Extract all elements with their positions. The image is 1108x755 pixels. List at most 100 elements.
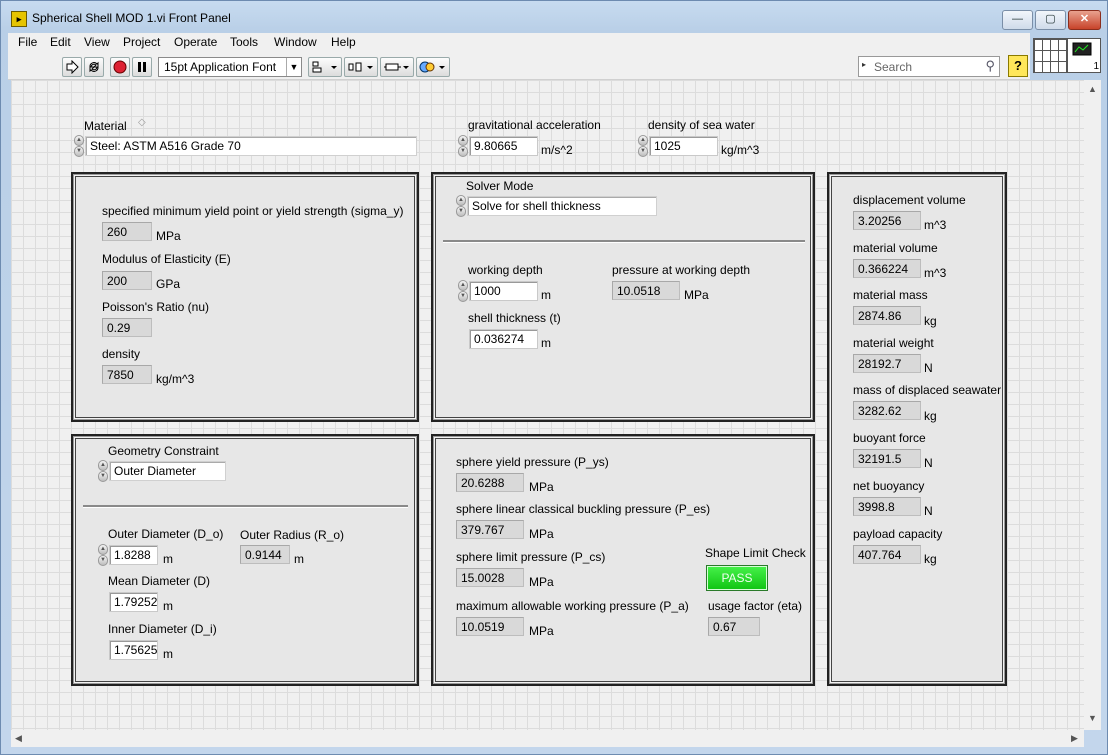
shell-thickness-field[interactable]: 0.036274 [469,329,538,349]
gravity-unit: m/s^2 [541,143,573,157]
yield-strength-label: specified minimum yield point or yield s… [102,204,404,218]
align-objects-button[interactable] [308,57,342,77]
geometry-constraint-ring[interactable]: Outer Diameter [109,461,226,481]
up-arrow-icon[interactable]: ▲ [638,135,648,146]
up-arrow-icon[interactable]: ▲ [458,135,468,146]
scroll-up-icon[interactable]: ▲ [1088,84,1097,94]
mean-diameter-field[interactable]: 1.79252 [109,592,158,612]
divider [83,505,408,508]
vi-icon[interactable]: 1 [1067,38,1101,73]
poisson-indicator: 0.29 [102,318,152,337]
limit-pressure-unit: MPa [529,575,554,589]
down-arrow-icon[interactable]: ▼ [98,471,108,482]
down-arrow-icon[interactable]: ▼ [98,555,108,566]
solver-mode-ring[interactable]: Solve for shell thickness [467,196,657,216]
shape-limit-check-led: PASS [706,565,768,591]
outer-diameter-unit: m [163,552,173,566]
run-arrow-button[interactable] [62,57,82,77]
front-panel-canvas: Material ◇ ▲ ▼ Steel: ASTM A516 Grade 70 … [11,80,1084,730]
up-arrow-icon[interactable]: ▲ [98,460,108,471]
reorder-icon [419,61,445,73]
buoyant-force-indicator: 32191.5 [853,449,921,468]
scroll-right-icon[interactable]: ▶ [1071,733,1078,744]
font-selector[interactable]: 15pt Application Font ▼ [158,57,302,77]
material-ring-spinner[interactable]: ▲ ▼ [74,135,84,157]
modulus-unit: GPa [156,277,181,291]
displaced-seawater-label: mass of displaced seawater [853,383,1002,397]
menu-project[interactable]: Project [123,35,160,49]
yield-strength-indicator: 260 [102,222,152,241]
context-help-button[interactable]: ? [1008,55,1028,77]
limit-pressure-indicator: 15.0028 [456,568,524,587]
horizontal-scrollbar[interactable]: ◀ ▶ [11,730,1084,747]
up-arrow-icon[interactable]: ▲ [74,135,84,146]
labview-vi-icon: ▸ [11,11,27,27]
menu-window[interactable]: Window [274,35,317,49]
outer-diameter-control[interactable]: 1.8288 [109,545,158,565]
menu-view[interactable]: View [84,35,110,49]
geometry-constraint-spinner[interactable]: ▲ ▼ [98,460,108,482]
menu-operate[interactable]: Operate [174,35,217,49]
run-continuously-button[interactable] [84,57,104,77]
gravity-control[interactable]: 9.80665 [469,136,538,156]
resize-objects-button[interactable] [380,57,414,77]
run-continuously-icon [89,61,99,73]
menu-edit[interactable]: Edit [50,35,71,49]
buoyant-force-label: buoyant force [853,431,926,445]
net-buoyancy-label: net buoyancy [853,479,925,493]
usage-factor-label: usage factor (eta) [708,599,803,613]
stop-icon [113,60,127,74]
pause-button[interactable] [132,57,152,77]
menu-help[interactable]: Help [331,35,356,49]
down-arrow-icon[interactable]: ▼ [638,146,648,157]
search-placeholder: Search [874,60,913,74]
seawater-density-spinner[interactable]: ▲ ▼ [638,135,648,157]
gravity-spinner[interactable]: ▲ ▼ [458,135,468,157]
mean-diameter-unit: m [163,599,173,613]
pressure-depth-label: pressure at working depth [612,263,751,277]
down-arrow-icon[interactable]: ▼ [458,146,468,157]
net-buoyancy-indicator: 3998.8 [853,497,921,516]
yield-pressure-label: sphere yield pressure (P_ys) [456,455,609,469]
menu-tools[interactable]: Tools [230,35,258,49]
working-depth-control[interactable]: 1000 [469,281,538,301]
yield-pressure-unit: MPa [529,480,554,494]
outer-diameter-spinner[interactable]: ▲ ▼ [98,544,108,566]
connector-pane[interactable] [1033,38,1067,73]
vertical-scrollbar[interactable]: ▲ ▼ [1084,80,1101,730]
divider [443,240,805,243]
scroll-down-icon[interactable]: ▼ [1088,713,1097,723]
density-unit: kg/m^3 [156,372,195,386]
material-label: Material [84,119,127,133]
seawater-density-control[interactable]: 1025 [649,136,718,156]
solver-mode-spinner[interactable]: ▲ ▼ [456,195,466,217]
minimize-button[interactable]: — [1002,10,1033,30]
allowable-pressure-unit: MPa [529,624,554,638]
window-title: Spherical Shell MOD 1.vi Front Panel [32,11,231,25]
working-depth-spinner[interactable]: ▲ ▼ [458,280,468,302]
up-arrow-icon[interactable]: ▲ [98,544,108,555]
material-weight-indicator: 28192.7 [853,354,921,373]
material-ring[interactable]: Steel: ASTM A516 Grade 70 [85,136,417,156]
abort-button[interactable] [110,57,130,77]
inner-diameter-label: Inner Diameter (D_i) [108,622,217,636]
close-button[interactable]: ✕ [1068,10,1101,30]
net-buoyancy-unit: N [924,504,933,518]
align-objects-icon [312,61,337,73]
down-arrow-icon[interactable]: ▼ [456,206,466,217]
down-arrow-icon[interactable]: ▼ [74,146,84,157]
scroll-left-icon[interactable]: ◀ [15,733,22,744]
search-input[interactable]: ▸ Search ⚲ [858,56,1000,77]
up-arrow-icon[interactable]: ▲ [458,280,468,291]
menu-file[interactable]: File [18,35,37,49]
down-arrow-icon[interactable]: ▼ [458,291,468,302]
toolbar: 15pt Application Font ▼ ▸ Search ⚲ ? [8,53,1030,80]
up-arrow-icon[interactable]: ▲ [456,195,466,206]
reorder-button[interactable] [416,57,450,77]
distribute-objects-button[interactable] [344,57,378,77]
search-icon[interactable]: ⚲ [985,58,995,74]
maximize-button[interactable]: ▢ [1035,10,1066,30]
displaced-seawater-indicator: 3282.62 [853,401,921,420]
inner-diameter-field[interactable]: 1.75625 [109,640,158,660]
material-weight-label: material weight [853,336,934,350]
